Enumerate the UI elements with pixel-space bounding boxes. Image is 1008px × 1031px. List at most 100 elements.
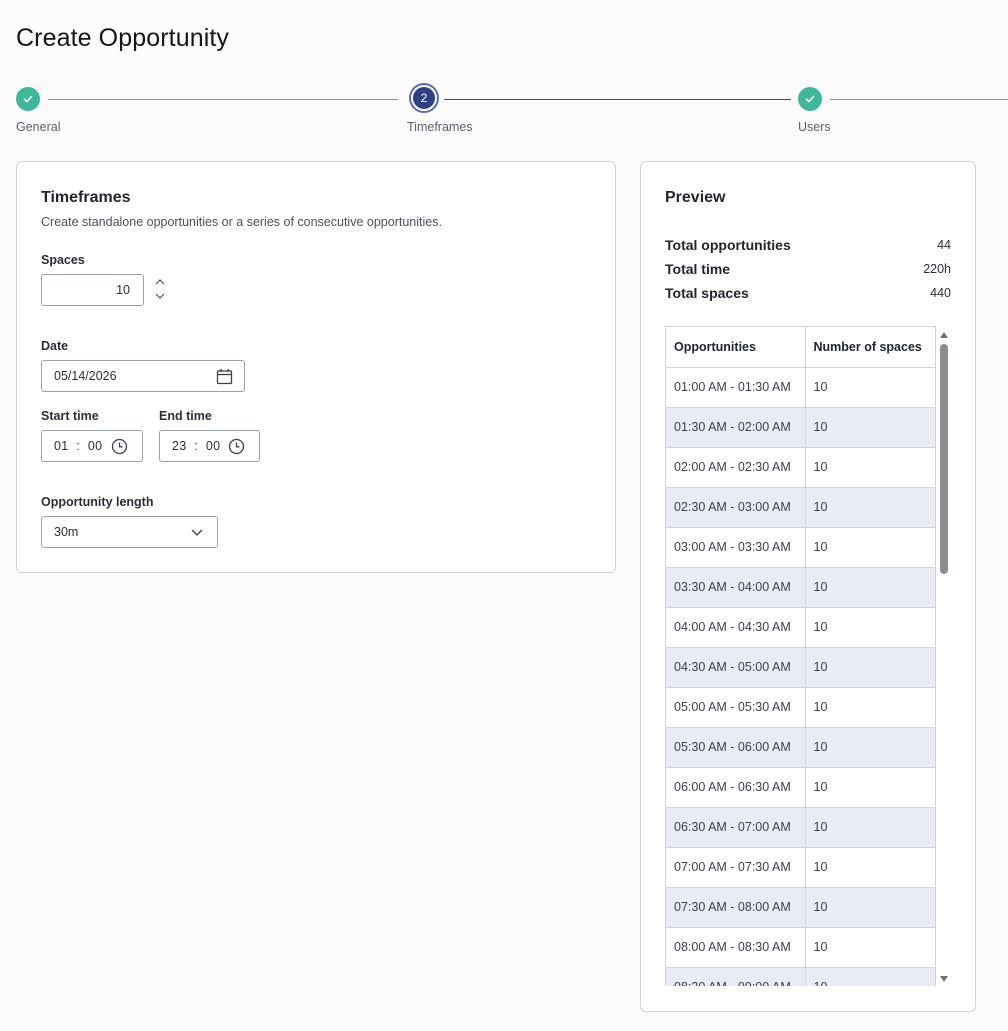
cell-number-of-spaces: 10 bbox=[804, 926, 935, 968]
start-hour[interactable]: 01 bbox=[54, 439, 69, 453]
table-row: 07:30 AM - 08:00 AM 10 bbox=[666, 886, 935, 928]
step-general-circle[interactable] bbox=[16, 87, 40, 111]
table-row: 06:00 AM - 06:30 AM 10 bbox=[666, 766, 935, 808]
cell-number-of-spaces: 10 bbox=[804, 686, 935, 728]
step-users-label[interactable]: Users bbox=[798, 120, 831, 134]
cell-opportunity-time: 03:30 AM - 04:00 AM bbox=[666, 566, 806, 608]
table-row: 08:00 AM - 08:30 AM 10 bbox=[666, 926, 935, 968]
clock-icon[interactable] bbox=[228, 438, 245, 455]
table-row: 04:00 AM - 04:30 AM 10 bbox=[666, 606, 935, 648]
step-timeframes-circle[interactable]: 2 bbox=[411, 85, 437, 111]
step-timeframes-label[interactable]: Timeframes bbox=[407, 120, 473, 134]
check-icon bbox=[805, 95, 815, 103]
table-scrollbar[interactable] bbox=[938, 326, 950, 986]
cell-opportunity-time: 06:00 AM - 06:30 AM bbox=[666, 766, 806, 808]
column-header-opportunities: Opportunities bbox=[666, 327, 806, 368]
table-row: 03:00 AM - 03:30 AM 10 bbox=[666, 526, 935, 568]
cell-number-of-spaces: 10 bbox=[804, 726, 935, 768]
step-general-label[interactable]: General bbox=[16, 120, 60, 134]
step-users-circle[interactable] bbox=[798, 87, 822, 111]
opportunity-length-select[interactable]: 30m bbox=[41, 516, 218, 548]
stat-total-spaces-label: Total spaces bbox=[665, 285, 749, 301]
table-row: 01:00 AM - 01:30 AM 10 bbox=[666, 366, 935, 408]
cell-opportunity-time: 02:30 AM - 03:00 AM bbox=[666, 486, 806, 528]
cell-number-of-spaces: 10 bbox=[804, 446, 935, 488]
cell-opportunity-time: 04:00 AM - 04:30 AM bbox=[666, 606, 806, 648]
scroll-thumb[interactable] bbox=[940, 344, 948, 574]
cell-number-of-spaces: 10 bbox=[804, 966, 935, 986]
end-hour[interactable]: 23 bbox=[172, 439, 187, 453]
table-row: 03:30 AM - 04:00 AM 10 bbox=[666, 566, 935, 608]
stat-total-opportunities-label: Total opportunities bbox=[665, 237, 791, 253]
table-header-row: Opportunities Number of spaces bbox=[666, 327, 935, 368]
cell-opportunity-time: 06:30 AM - 07:00 AM bbox=[666, 806, 806, 848]
table-row: 02:30 AM - 03:00 AM 10 bbox=[666, 486, 935, 528]
table-row: 01:30 AM - 02:00 AM 10 bbox=[666, 406, 935, 448]
preview-table-container[interactable]: Opportunities Number of spaces 01:00 AM … bbox=[665, 326, 936, 986]
chevron-down-icon[interactable] bbox=[153, 290, 167, 302]
spaces-input[interactable]: 10 bbox=[41, 274, 144, 306]
table-row: 05:30 AM - 06:00 AM 10 bbox=[666, 726, 935, 768]
cell-opportunity-time: 08:30 AM - 09:00 AM bbox=[666, 966, 806, 986]
date-value: 05/14/2026 bbox=[54, 369, 117, 383]
table-body: 01:00 AM - 01:30 AM 10 01:30 AM - 02:00 AM… bbox=[666, 366, 935, 986]
scroll-down-arrow-icon[interactable] bbox=[939, 975, 949, 983]
table-row: 06:30 AM - 07:00 AM 10 bbox=[666, 806, 935, 848]
time-separator: : bbox=[194, 439, 199, 453]
cell-number-of-spaces: 10 bbox=[804, 406, 935, 448]
check-icon bbox=[23, 95, 33, 103]
calendar-icon[interactable] bbox=[216, 368, 233, 385]
cell-number-of-spaces: 10 bbox=[804, 566, 935, 608]
date-input[interactable]: 05/14/2026 bbox=[41, 360, 245, 392]
cell-opportunity-time: 08:00 AM - 08:30 AM bbox=[666, 926, 806, 968]
chevron-up-icon[interactable] bbox=[153, 276, 167, 288]
step-connector bbox=[48, 98, 398, 100]
table-row: 07:00 AM - 07:30 AM 10 bbox=[666, 846, 935, 888]
timeframes-subtitle: Create standalone opportunities or a ser… bbox=[41, 215, 442, 229]
timeframes-title: Timeframes bbox=[41, 189, 131, 206]
cell-number-of-spaces: 10 bbox=[804, 366, 935, 408]
clock-icon[interactable] bbox=[111, 438, 128, 455]
start-minute[interactable]: 00 bbox=[88, 439, 103, 453]
cell-number-of-spaces: 10 bbox=[804, 606, 935, 648]
cell-opportunity-time: 01:30 AM - 02:00 AM bbox=[666, 406, 806, 448]
timeframes-card: Timeframes Create standalone opportuniti… bbox=[16, 161, 616, 573]
step-connector bbox=[444, 98, 791, 100]
cell-opportunity-time: 01:00 AM - 01:30 AM bbox=[666, 366, 806, 408]
cell-opportunity-time: 03:00 AM - 03:30 AM bbox=[666, 526, 806, 568]
progress-stepper: General 2 Timeframes Users bbox=[0, 84, 1008, 144]
start-time-label: Start time bbox=[41, 409, 99, 423]
cell-opportunity-time: 05:30 AM - 06:00 AM bbox=[666, 726, 806, 768]
table-row: 08:30 AM - 09:00 AM10 bbox=[666, 966, 935, 986]
page-title: Create Opportunity bbox=[16, 24, 230, 52]
column-header-number-of-spaces: Number of spaces bbox=[804, 327, 935, 368]
preview-table: Opportunities Number of spaces 01:00 AM … bbox=[666, 327, 935, 986]
stat-total-spaces-value: 440 bbox=[930, 286, 951, 300]
spaces-label: Spaces bbox=[41, 253, 85, 267]
length-label: Opportunity length bbox=[41, 495, 154, 509]
cell-number-of-spaces: 10 bbox=[804, 806, 935, 848]
chevron-down-icon bbox=[191, 529, 203, 536]
date-label: Date bbox=[41, 339, 69, 353]
cell-opportunity-time: 04:30 AM - 05:00 AM bbox=[666, 646, 806, 688]
cell-number-of-spaces: 10 bbox=[804, 526, 935, 568]
cell-number-of-spaces: 10 bbox=[804, 486, 935, 528]
stat-total-opportunities-value: 44 bbox=[937, 238, 951, 252]
cell-number-of-spaces: 10 bbox=[804, 646, 935, 688]
stat-total-time-value: 220h bbox=[923, 262, 951, 276]
table-row: 05:00 AM - 05:30 AM 10 bbox=[666, 686, 935, 728]
end-minute[interactable]: 00 bbox=[206, 439, 221, 453]
start-time-input[interactable]: 01 : 00 bbox=[41, 430, 143, 462]
time-separator: : bbox=[76, 439, 81, 453]
length-value: 30m bbox=[54, 525, 79, 539]
end-time-label: End time bbox=[159, 409, 212, 423]
table-row: 02:00 AM - 02:30 AM 10 bbox=[666, 446, 935, 488]
scroll-up-arrow-icon[interactable] bbox=[939, 331, 949, 339]
cell-opportunity-time: 07:30 AM - 08:00 AM bbox=[666, 886, 806, 928]
step-connector bbox=[830, 98, 1008, 100]
start-time-value: 01 : 00 bbox=[54, 431, 102, 461]
cell-number-of-spaces: 10 bbox=[804, 766, 935, 808]
end-time-input[interactable]: 23 : 00 bbox=[159, 430, 260, 462]
table-row: 04:30 AM - 05:00 AM 10 bbox=[666, 646, 935, 688]
preview-card: Preview Total opportunities 44 Total tim… bbox=[640, 161, 976, 1012]
